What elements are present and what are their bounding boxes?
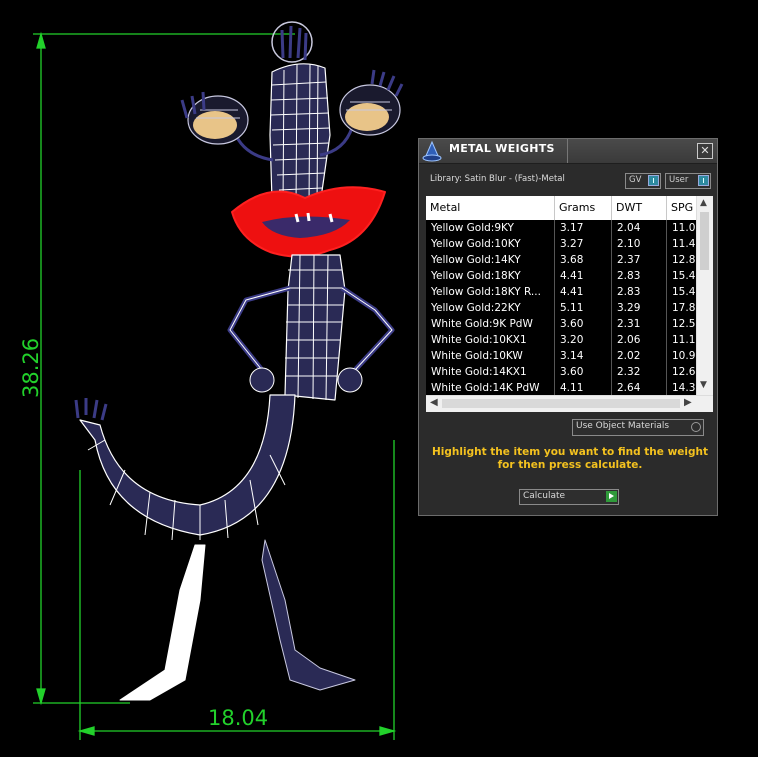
table-row[interactable]: Yellow Gold:22KY5.113.29 17.89 [426, 300, 697, 316]
table-header: Metal Grams DWT SPG [426, 196, 697, 220]
spg-cell: 17.89 [672, 302, 697, 314]
dwt-cell: 2.64 [612, 380, 667, 396]
calculate-button[interactable]: Calculate [519, 489, 619, 505]
metal-cell: White Gold:9K PdW [426, 316, 555, 332]
metal-cell: Yellow Gold:9KY [426, 220, 555, 236]
panel-title: METAL WEIGHTS [449, 142, 555, 155]
spg-cell: 14.37 [672, 382, 697, 394]
dwt-cell: 2.37 [612, 252, 667, 268]
dwt-cell: 2.04 [612, 220, 667, 236]
table-row[interactable]: Yellow Gold:10KY3.272.10 11.45 [426, 236, 697, 252]
table-row[interactable]: Yellow Gold:18KY4.412.83 15.41 [426, 268, 697, 284]
metal-cell: Yellow Gold:18KY R... [426, 284, 555, 300]
dwt-cell: 2.02 [612, 348, 667, 364]
radio-icon [691, 422, 701, 432]
metal-cell: Yellow Gold:18KY [426, 268, 555, 284]
column-header-dwt[interactable]: DWT [612, 196, 667, 220]
height-dimension [33, 31, 295, 706]
vertical-scrollbar[interactable]: ▲ ▼ [696, 196, 713, 396]
wizard-hat-icon [422, 140, 442, 162]
metal-cell: White Gold:14KX1 [426, 364, 555, 380]
dwt-cell: 2.32 [612, 364, 667, 380]
grams-cell: 3.60 [555, 364, 612, 380]
gv-toggle[interactable]: GV [625, 173, 661, 189]
metal-weights-panel: METAL WEIGHTS ✕ Library: Satin Blur - (F… [418, 138, 718, 516]
metal-cell: White Gold:10KX1 [426, 332, 555, 348]
width-dimension-label: 18.04 [208, 706, 268, 730]
scroll-up-icon[interactable]: ▲ [700, 198, 707, 208]
horizontal-scroll-thumb[interactable] [442, 399, 680, 408]
metal-cell: Yellow Gold:22KY [426, 300, 555, 316]
toggle-knob-icon [698, 175, 709, 186]
toggle-knob-icon [648, 175, 659, 186]
table-row[interactable]: White Gold:10KX13.202.06 11.18 [426, 332, 697, 348]
library-label: Library: Satin Blur - (Fast)-Metal [430, 174, 565, 184]
spg-cell: 12.88 [672, 254, 697, 266]
table-row[interactable]: Yellow Gold:18KY R...4.412.83 15.41 [426, 284, 697, 300]
instruction-text: Highlight the item you want to find the … [432, 446, 708, 471]
metal-cell: Yellow Gold:10KY [426, 236, 555, 252]
table-row[interactable]: Yellow Gold:9KY3.172.04 11.08 [426, 220, 697, 236]
play-arrow-icon [606, 491, 617, 502]
grams-cell: 3.60 [555, 316, 612, 332]
wireframe-model [74, 21, 404, 701]
scroll-left-icon[interactable]: ◀ [430, 397, 438, 408]
spg-cell: 12.59 [672, 318, 697, 330]
use-object-materials-toggle[interactable]: Use Object Materials [572, 419, 704, 436]
spg-cell: 15.41 [672, 270, 697, 282]
metal-cell: White Gold:10KW [426, 348, 555, 364]
grams-cell: 4.41 [555, 284, 612, 300]
vertical-scroll-thumb[interactable] [700, 212, 709, 270]
table-row[interactable]: White Gold:14KX13.602.32 12.61 [426, 364, 697, 380]
user-toggle-label: User [669, 175, 689, 185]
column-header-spg[interactable]: SPG [667, 196, 697, 220]
spg-cell: 12.61 [672, 366, 697, 378]
metal-cell: Yellow Gold:14KY [426, 252, 555, 268]
table-row[interactable]: White Gold:9K PdW3.602.31 12.59 [426, 316, 697, 332]
height-dimension-label: 38.26 [19, 338, 43, 398]
panel-titlebar[interactable]: METAL WEIGHTS ✕ [419, 139, 717, 164]
calculate-label: Calculate [523, 491, 566, 501]
grams-cell: 4.41 [555, 268, 612, 284]
metal-cell: White Gold:14K PdW [426, 380, 555, 396]
grams-cell: 3.14 [555, 348, 612, 364]
horizontal-scrollbar[interactable]: ◀ ▶ [426, 395, 713, 412]
table-row[interactable]: White Gold:10KW3.142.02 10.99 [426, 348, 697, 364]
spg-cell: 11.45 [672, 238, 697, 250]
scroll-down-icon[interactable]: ▼ [700, 380, 707, 390]
user-toggle[interactable]: User [665, 173, 711, 189]
grams-cell: 5.11 [555, 300, 612, 316]
grams-cell: 4.11 [555, 380, 612, 396]
scroll-right-icon[interactable]: ▶ [684, 397, 692, 408]
grams-cell: 3.20 [555, 332, 612, 348]
spg-cell: 11.18 [672, 334, 697, 346]
use-object-materials-label: Use Object Materials [576, 421, 670, 431]
spg-cell: 15.41 [672, 286, 697, 298]
grams-cell: 3.17 [555, 220, 612, 236]
table-row[interactable]: White Gold:14K PdW4.112.64 14.37 [426, 380, 697, 396]
grams-cell: 3.27 [555, 236, 612, 252]
spg-cell: 10.99 [672, 350, 697, 362]
dwt-cell: 2.31 [612, 316, 667, 332]
dwt-cell: 3.29 [612, 300, 667, 316]
spg-cell: 11.08 [672, 222, 697, 234]
dwt-cell: 2.10 [612, 236, 667, 252]
column-header-grams[interactable]: Grams [555, 196, 612, 220]
close-button[interactable]: ✕ [697, 143, 713, 159]
dwt-cell: 2.83 [612, 284, 667, 300]
grams-cell: 3.68 [555, 252, 612, 268]
column-header-metal[interactable]: Metal [426, 196, 555, 220]
dwt-cell: 2.83 [612, 268, 667, 284]
metal-table: Metal Grams DWT SPG Yellow Gold:9KY 3.17 2… [426, 196, 713, 412]
table-row[interactable]: Yellow Gold:14KY3.682.37 12.88 [426, 252, 697, 268]
panel-title-tab: METAL WEIGHTS [445, 139, 568, 163]
dwt-cell: 2.06 [612, 332, 667, 348]
gv-toggle-label: GV [629, 175, 642, 185]
